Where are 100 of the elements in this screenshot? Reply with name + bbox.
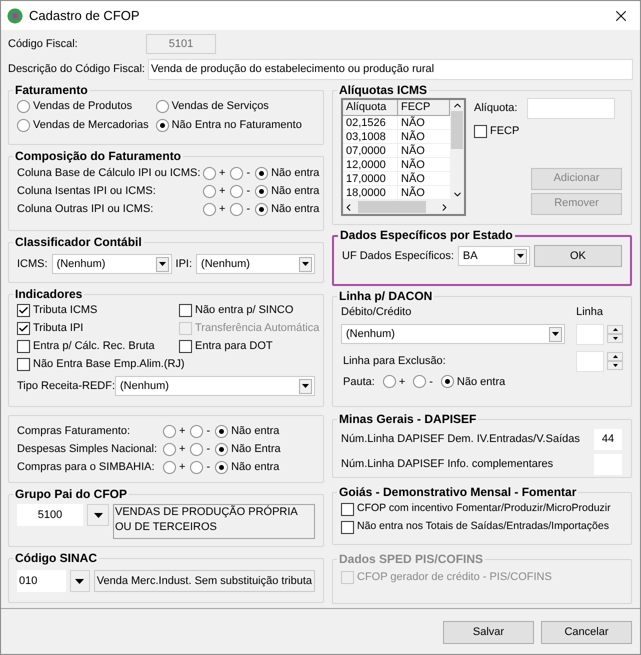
number-field[interactable]: 44 — [594, 429, 622, 450]
radio-label[interactable]: + — [219, 182, 226, 200]
checkbox-label[interactable]: CFOP com incentivo Fomentar/Produzir/MicroProduzir — [357, 501, 611, 517]
radio-label[interactable]: Não Entra no Faturamento — [172, 117, 302, 134]
column-header[interactable]: Alíquota — [343, 100, 398, 116]
checkbox[interactable] — [17, 304, 30, 316]
radio-button[interactable] — [255, 184, 268, 198]
check-icon — [18, 304, 29, 316]
code-field[interactable]: 5100 — [17, 504, 83, 526]
radio-label[interactable]: Vendas de Mercadorias — [33, 117, 149, 134]
dropdown-field[interactable]: (Nenhum) — [196, 254, 315, 274]
radio-button[interactable] — [230, 202, 244, 216]
radio-label[interactable]: + — [179, 422, 186, 440]
radio-button[interactable] — [156, 119, 169, 132]
table-cell: 17,0000 — [343, 172, 398, 185]
field-label: Código Fiscal: — [8, 36, 79, 52]
checkbox[interactable] — [179, 340, 192, 352]
radio-button[interactable] — [215, 460, 228, 474]
caret-icon — [299, 256, 312, 272]
radio-label[interactable]: Vendas de Serviços — [172, 98, 269, 115]
checkbox-label[interactable]: Não entra nos Totais de Saídas/Entradas/Importações — [357, 519, 609, 535]
rate-input[interactable] — [527, 98, 616, 119]
radio-button[interactable] — [163, 424, 176, 438]
footer-button[interactable]: Salvar — [443, 621, 534, 644]
radio-button[interactable] — [190, 424, 204, 438]
code-field[interactable]: 010 — [17, 570, 66, 592]
checkbox-label[interactable]: FECP — [490, 123, 520, 140]
dropdown-field[interactable]: (Nenhum) — [341, 324, 565, 344]
checkbox[interactable] — [179, 304, 192, 316]
radio-label[interactable]: + — [219, 200, 226, 218]
radio-button[interactable] — [382, 375, 396, 388]
radio-button[interactable] — [190, 442, 204, 456]
radio-label[interactable]: - — [429, 374, 433, 390]
radio-button[interactable] — [203, 202, 216, 216]
ok-button[interactable]: OK — [534, 245, 622, 267]
checkbox-label[interactable]: Entra para DOT — [195, 338, 273, 354]
radio-label[interactable]: + — [179, 440, 186, 458]
radio-label[interactable]: Vendas de Produtos — [33, 98, 132, 115]
radio-button[interactable] — [255, 202, 268, 216]
spin-buttons[interactable] — [607, 325, 623, 343]
caret-icon — [156, 256, 169, 272]
footer-button[interactable]: Cancelar — [541, 621, 632, 644]
radio-label[interactable]: + — [179, 458, 186, 476]
radio-button[interactable] — [163, 442, 176, 456]
window-title: Cadastro de CFOP — [29, 6, 140, 25]
radio-button[interactable] — [215, 442, 228, 456]
checkbox-label[interactable]: Não entra p/ SINCO — [195, 302, 294, 318]
field-label: Linha para Exclusão: — [343, 354, 446, 369]
checkbox-label[interactable]: Não Entra Base Emp.Alim.(RJ) — [33, 356, 185, 372]
checkbox[interactable] — [341, 502, 354, 516]
radio-button[interactable] — [190, 460, 204, 474]
dropdown-field[interactable]: (Nenhum) — [52, 254, 172, 274]
radio-button[interactable] — [440, 375, 454, 388]
checkbox[interactable] — [17, 340, 30, 352]
radio-label[interactable]: Não entra — [456, 374, 506, 390]
dropdown-field[interactable]: (Nenhum) — [115, 376, 315, 396]
radio-label[interactable]: + — [398, 374, 406, 390]
radio-label[interactable]: - — [246, 200, 250, 218]
radio-button[interactable] — [17, 100, 30, 113]
dropdown-field[interactable]: BA — [458, 246, 530, 266]
radio-button[interactable] — [17, 119, 30, 132]
checkbox[interactable] — [17, 358, 30, 370]
radio-button[interactable] — [413, 375, 426, 388]
checkbox[interactable] — [17, 322, 30, 334]
radio-button[interactable] — [203, 184, 216, 198]
dropdown-button[interactable] — [70, 570, 90, 592]
number-field[interactable] — [576, 350, 604, 372]
radio-label[interactable]: + — [219, 164, 226, 182]
radio-label[interactable]: Não entra — [271, 164, 320, 182]
radio-label[interactable]: Não entra — [271, 200, 320, 218]
radio-label[interactable]: Não entra — [231, 422, 280, 440]
checkbox[interactable] — [341, 520, 354, 534]
radio-button[interactable] — [156, 100, 169, 113]
field-label: Linha — [576, 305, 603, 320]
radio-label[interactable]: - — [246, 164, 250, 182]
dropdown-button[interactable] — [87, 504, 109, 526]
checkbox[interactable] — [474, 124, 487, 138]
checkbox-label[interactable]: Entra p/ Cálc. Rec. Bruta — [33, 338, 155, 354]
spin-buttons[interactable] — [607, 352, 623, 370]
radio-button[interactable] — [230, 184, 244, 198]
table-cell: 18,0000 — [343, 186, 398, 199]
description-text: VENDAS DE PRODUÇÃO PRÓPRIA OU DE TERCEIROS — [113, 504, 315, 539]
group-title: Faturamento — [14, 83, 89, 98]
radio-label[interactable]: - — [246, 182, 250, 200]
radio-label[interactable]: - — [206, 422, 210, 440]
radio-label[interactable]: - — [206, 458, 210, 476]
checkbox-label[interactable]: Tributa ICMS — [33, 302, 98, 318]
caret-icon — [299, 378, 312, 394]
number-field[interactable] — [576, 324, 604, 344]
radio-label[interactable]: Não entra — [231, 458, 280, 476]
radio-button[interactable] — [230, 166, 244, 180]
radio-label[interactable]: - — [206, 440, 210, 458]
checkbox-label[interactable]: Tributa IPI — [33, 320, 84, 336]
description-field[interactable]: Venda de produção do estabelecimento ou produção rural — [148, 58, 633, 80]
radio-button[interactable] — [203, 166, 216, 180]
radio-button[interactable] — [255, 166, 268, 180]
radio-button[interactable] — [215, 424, 228, 438]
radio-label[interactable]: Não Entra — [231, 440, 281, 458]
radio-button[interactable] — [163, 460, 176, 474]
radio-label[interactable]: Não entra — [271, 182, 320, 200]
